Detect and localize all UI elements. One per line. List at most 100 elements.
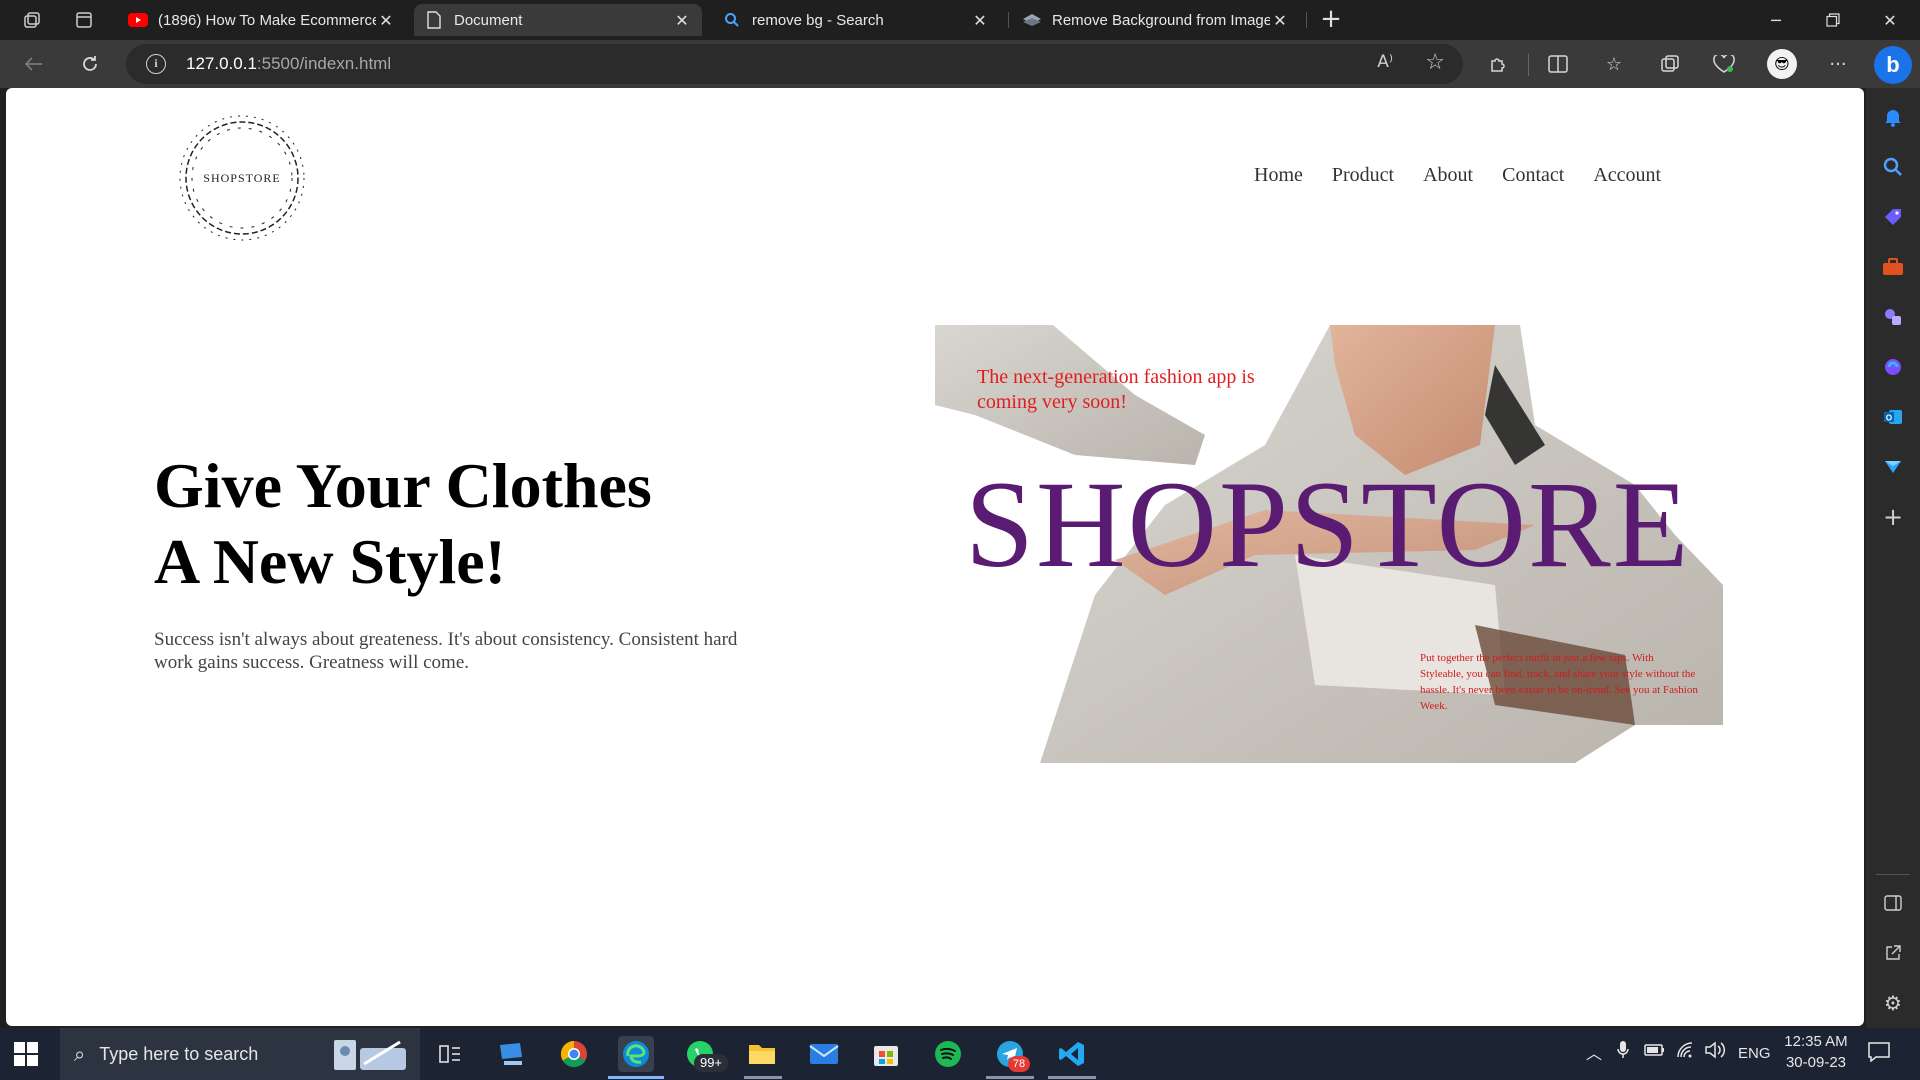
document-icon bbox=[424, 10, 444, 30]
search-icon bbox=[722, 10, 742, 30]
clock-date: 30-09-23 bbox=[1785, 1054, 1847, 1071]
close-tab-icon[interactable]: ✕ bbox=[970, 11, 990, 30]
main-nav: Home Product About Contact Account bbox=[1254, 164, 1661, 187]
hero-title-line-2: A New Style! bbox=[154, 526, 506, 597]
games-icon[interactable] bbox=[1878, 302, 1908, 332]
tab-actions-icon[interactable] bbox=[68, 6, 100, 34]
close-tab-icon[interactable]: ✕ bbox=[1270, 11, 1290, 30]
volume-icon[interactable] bbox=[1704, 1040, 1726, 1064]
settings-gear-icon[interactable]: ⚙ bbox=[1878, 988, 1908, 1018]
tab-separator bbox=[1008, 12, 1009, 28]
battery-icon[interactable] bbox=[1644, 1040, 1666, 1064]
nav-account[interactable]: Account bbox=[1593, 164, 1661, 187]
hide-sidebar-icon[interactable] bbox=[1878, 888, 1908, 918]
search-icon: ⌕ bbox=[74, 1042, 86, 1066]
mail-icon[interactable] bbox=[806, 1036, 842, 1072]
notification-center-icon[interactable] bbox=[1868, 1042, 1890, 1066]
wifi-icon[interactable] bbox=[1676, 1040, 1696, 1064]
running-indicator bbox=[744, 1076, 782, 1079]
hero-fashion-image: The next-generation fashion app is comin… bbox=[935, 325, 1723, 763]
close-window-icon[interactable]: ✕ bbox=[1862, 0, 1918, 40]
shopping-tag-icon[interactable] bbox=[1878, 202, 1908, 232]
edge-icon[interactable] bbox=[618, 1036, 654, 1072]
workspaces-icon[interactable] bbox=[16, 6, 48, 34]
close-tab-icon[interactable]: ✕ bbox=[672, 11, 692, 30]
layers-icon bbox=[1022, 10, 1042, 30]
minimize-icon[interactable]: ─ bbox=[1748, 0, 1804, 40]
back-icon[interactable] bbox=[16, 48, 52, 80]
url-text[interactable]: 127.0.0.1:5500/indexn.html bbox=[186, 54, 391, 74]
language-indicator[interactable]: ENG bbox=[1738, 1045, 1771, 1062]
task-view-icon[interactable] bbox=[432, 1036, 468, 1072]
file-explorer-icon[interactable] bbox=[744, 1036, 780, 1072]
browser-essentials-icon[interactable] bbox=[1706, 48, 1742, 80]
collections-icon[interactable] bbox=[1652, 48, 1688, 80]
bing-copilot-icon[interactable]: b bbox=[1874, 46, 1912, 84]
microsoft-store-icon[interactable] bbox=[868, 1036, 904, 1072]
split-screen-icon[interactable] bbox=[1540, 48, 1576, 80]
microphone-icon[interactable] bbox=[1616, 1040, 1630, 1064]
nav-product[interactable]: Product bbox=[1332, 164, 1394, 187]
hero-title-line-1: Give Your Clothes bbox=[154, 450, 652, 521]
site-info-icon[interactable]: i bbox=[146, 54, 166, 74]
tab-title: Remove Background from Image bbox=[1052, 11, 1270, 29]
image-headline: The next-generation fashion app is comin… bbox=[977, 366, 1255, 413]
running-indicator bbox=[1048, 1076, 1096, 1079]
add-sidebar-app-icon[interactable]: + bbox=[1878, 502, 1908, 532]
search-icon[interactable] bbox=[1878, 152, 1908, 182]
clock[interactable]: 12:35 AM 30-09-23 bbox=[1784, 1033, 1848, 1071]
clock-time: 12:35 AM bbox=[1784, 1033, 1848, 1050]
nav-contact[interactable]: Contact bbox=[1502, 164, 1564, 187]
vscode-icon[interactable] bbox=[1054, 1036, 1090, 1072]
svg-text:O: O bbox=[1886, 414, 1892, 423]
tab-title: Document bbox=[454, 11, 523, 29]
windows-start-icon[interactable] bbox=[12, 1040, 40, 1068]
tab-youtube[interactable]: (1896) How To Make Ecommerce ✕ bbox=[118, 4, 406, 36]
tools-briefcase-icon[interactable] bbox=[1878, 252, 1908, 282]
hero-title: Give Your Clothes A New Style! bbox=[154, 448, 652, 600]
spotify-icon[interactable] bbox=[930, 1036, 966, 1072]
notifications-bell-icon[interactable] bbox=[1878, 102, 1908, 132]
shopstore-logo[interactable]: SHOPSTORE bbox=[176, 112, 308, 244]
logo-text: SHOPSTORE bbox=[203, 170, 281, 185]
nav-about[interactable]: About bbox=[1423, 164, 1473, 187]
restore-icon[interactable] bbox=[1805, 0, 1861, 40]
taskbar-search-placeholder: Type here to search bbox=[99, 1043, 259, 1064]
active-app-indicator bbox=[608, 1076, 664, 1079]
more-options-icon[interactable]: ··· bbox=[1820, 48, 1856, 80]
toolbar-separator bbox=[1528, 54, 1529, 76]
sidebar-divider bbox=[1876, 874, 1910, 875]
favorites-icon[interactable]: ☆ bbox=[1596, 48, 1632, 80]
tab-document[interactable]: Document ✕ bbox=[414, 4, 702, 36]
address-bar[interactable]: i 127.0.0.1:5500/indexn.html A⁾ ☆ bbox=[126, 44, 1463, 84]
drop-send-icon[interactable] bbox=[1878, 452, 1908, 482]
profile-avatar[interactable]: 😎 bbox=[1767, 49, 1797, 79]
tab-strip: (1896) How To Make Ecommerce ✕ Document … bbox=[0, 0, 1920, 40]
tab-remove-background[interactable]: Remove Background from Image ✕ bbox=[1012, 4, 1300, 36]
tab-title: remove bg - Search bbox=[752, 11, 884, 29]
microsoft-365-icon[interactable] bbox=[1878, 352, 1908, 382]
favorite-star-icon[interactable]: ☆ bbox=[1425, 50, 1445, 75]
show-hidden-icons-chevron-icon[interactable]: ︿ bbox=[1586, 1040, 1602, 1064]
close-tab-icon[interactable]: ✕ bbox=[376, 11, 396, 30]
tab-title: (1896) How To Make Ecommerce bbox=[158, 11, 376, 29]
running-indicator bbox=[986, 1076, 1034, 1079]
refresh-icon[interactable] bbox=[72, 48, 108, 80]
tab-separator bbox=[1306, 12, 1307, 28]
open-external-icon[interactable] bbox=[1878, 938, 1908, 968]
telegram-badge: 78 bbox=[1008, 1056, 1030, 1072]
nav-home[interactable]: Home bbox=[1254, 164, 1303, 187]
youtube-icon bbox=[128, 10, 148, 30]
extensions-icon[interactable] bbox=[1480, 48, 1516, 80]
page-viewport: SHOPSTORE Home Product About Contact Acc… bbox=[6, 88, 1864, 1026]
edge-sidebar: O + ⚙ bbox=[1866, 88, 1920, 1028]
this-pc-icon[interactable] bbox=[494, 1036, 530, 1072]
outlook-icon[interactable]: O bbox=[1878, 402, 1908, 432]
chrome-icon[interactable] bbox=[556, 1036, 592, 1072]
read-aloud-icon[interactable]: A⁾ bbox=[1377, 52, 1393, 72]
new-tab-button[interactable]: + bbox=[1316, 6, 1346, 34]
search-highlight-icon[interactable] bbox=[330, 1036, 410, 1072]
tab-remove-bg-search[interactable]: remove bg - Search ✕ bbox=[712, 4, 1000, 36]
hero-subtitle: Success isn't always about greateness. I… bbox=[154, 629, 738, 673]
image-brand-text: SHOPSTORE bbox=[965, 456, 1691, 593]
